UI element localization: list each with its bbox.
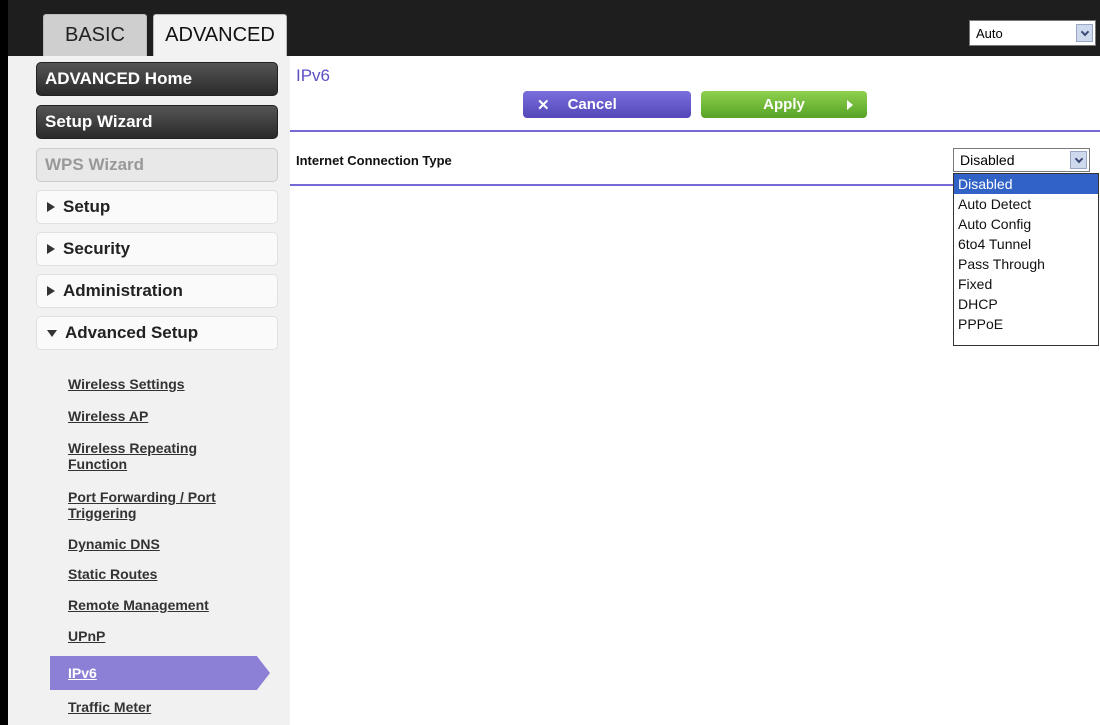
sidebar-item-label: Setup <box>63 197 111 216</box>
language-select-value: Auto <box>976 25 1003 41</box>
arrow-right-icon <box>847 100 853 110</box>
sidebar-item-ipv6-active[interactable]: IPv6 <box>50 656 270 690</box>
left-edge <box>0 56 8 725</box>
link-traffic-meter[interactable]: Traffic Meter <box>68 699 258 715</box>
link-upnp[interactable]: UPnP <box>68 628 258 644</box>
option-dhcp[interactable]: DHCP <box>954 294 1098 314</box>
divider <box>290 184 953 186</box>
apply-label: Apply <box>763 96 805 113</box>
cancel-label: Cancel <box>567 96 617 113</box>
triangle-right-icon <box>47 202 55 212</box>
chevron-down-icon[interactable] <box>1076 24 1093 42</box>
option-disabled[interactable]: Disabled <box>954 174 1098 194</box>
divider <box>290 130 1100 132</box>
page-title: IPv6 <box>296 66 331 85</box>
option-pass-through[interactable]: Pass Through <box>954 254 1098 274</box>
close-icon: ✕ <box>537 96 550 114</box>
chevron-down-icon[interactable] <box>1070 151 1087 169</box>
sidebar-item-advanced-setup[interactable]: Advanced Setup <box>36 316 278 350</box>
tab-advanced[interactable]: ADVANCED <box>153 14 287 56</box>
tab-basic-label: BASIC <box>64 24 126 46</box>
setup-wizard-label: Setup Wizard <box>45 112 153 131</box>
option-auto-detect[interactable]: Auto Detect <box>954 194 1098 214</box>
connection-type-value: Disabled <box>960 152 1015 168</box>
cancel-button[interactable]: ✕ Cancel <box>523 91 691 118</box>
triangle-right-icon <box>47 244 55 254</box>
triangle-down-icon <box>47 329 57 337</box>
sidebar-item-administration[interactable]: Administration <box>36 274 278 308</box>
language-select[interactable]: Auto <box>969 20 1096 46</box>
internet-connection-type-label: Internet Connection Type <box>296 153 452 168</box>
tab-basic[interactable]: BASIC <box>43 14 147 56</box>
link-port-forwarding[interactable]: Port Forwarding / Port Triggering <box>68 489 258 521</box>
sidebar-item-setup[interactable]: Setup <box>36 190 278 224</box>
link-dynamic-dns[interactable]: Dynamic DNS <box>68 536 258 552</box>
connection-type-select[interactable]: Disabled <box>953 148 1090 172</box>
tab-advanced-label: ADVANCED <box>165 24 275 46</box>
option-auto-config[interactable]: Auto Config <box>954 214 1098 234</box>
advanced-home-button[interactable]: ADVANCED Home <box>36 62 278 96</box>
option-fixed[interactable]: Fixed <box>954 274 1098 294</box>
link-wireless-ap[interactable]: Wireless AP <box>68 408 258 424</box>
wps-wizard-button[interactable]: WPS Wizard <box>36 148 278 182</box>
sidebar-item-label: Security <box>63 239 131 258</box>
sidebar-item-security[interactable]: Security <box>36 232 278 266</box>
sidebar-item-label: Advanced Setup <box>65 323 199 342</box>
connection-type-dropdown: Disabled Auto Detect Auto Config 6to4 Tu… <box>953 173 1099 346</box>
top-bar: BASIC ADVANCED Auto <box>0 0 1100 56</box>
advanced-home-label: ADVANCED Home <box>45 69 193 88</box>
link-wireless-settings[interactable]: Wireless Settings <box>68 376 258 392</box>
option-pppoe[interactable]: PPPoE <box>954 314 1098 334</box>
link-ipv6[interactable]: IPv6 <box>68 665 258 681</box>
link-remote-management[interactable]: Remote Management <box>68 597 258 613</box>
setup-wizard-button[interactable]: Setup Wizard <box>36 105 278 139</box>
link-static-routes[interactable]: Static Routes <box>68 566 258 582</box>
option-6to4-tunnel[interactable]: 6to4 Tunnel <box>954 234 1098 254</box>
link-wireless-repeating[interactable]: Wireless Repeating Function <box>68 440 258 472</box>
wps-wizard-label: WPS Wizard <box>45 155 145 174</box>
apply-button[interactable]: Apply <box>701 91 867 118</box>
triangle-right-icon <box>47 286 55 296</box>
sidebar-item-label: Administration <box>63 281 183 300</box>
